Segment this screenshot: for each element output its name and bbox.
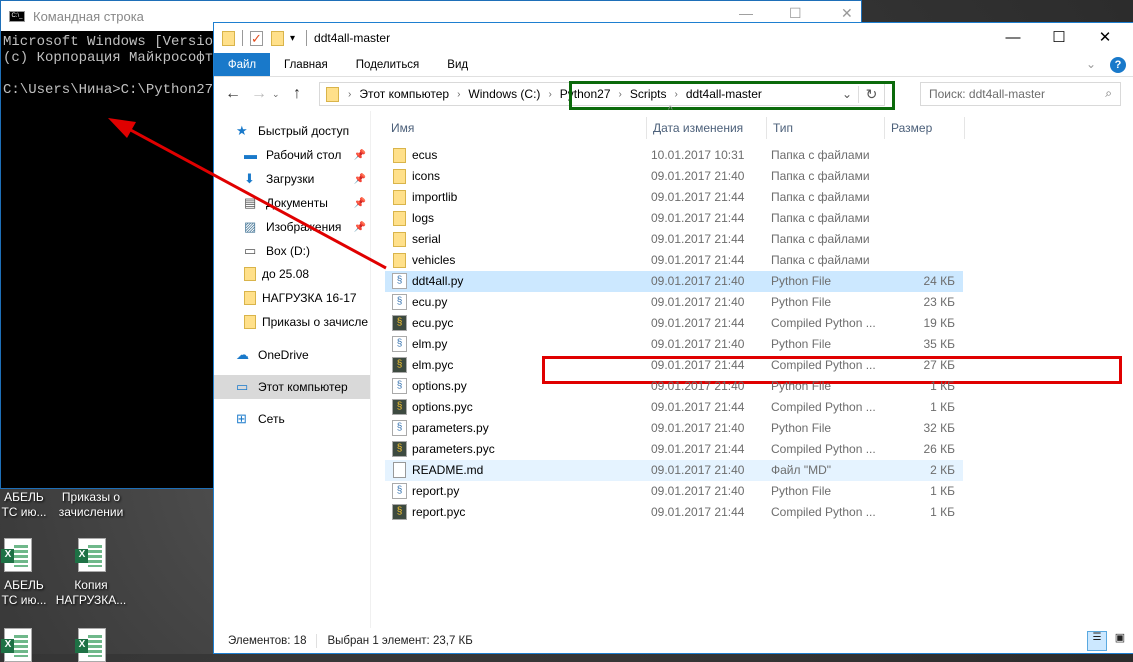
red-arrow xyxy=(108,118,387,270)
